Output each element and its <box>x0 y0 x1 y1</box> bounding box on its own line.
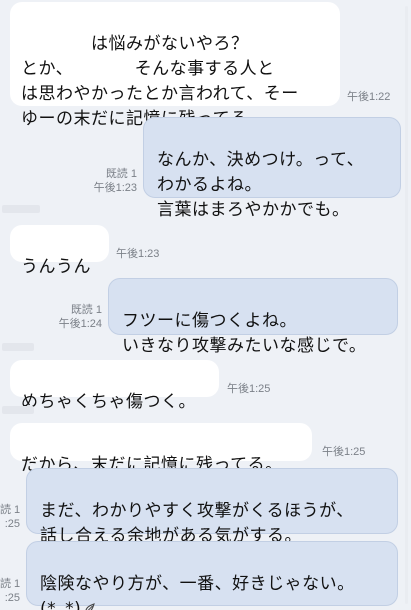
chat-view: は悩みがないやろ？ とか、 そんな事する人と は思わやかったとか言われて、そー … <box>0 0 411 610</box>
incoming-message[interactable]: は悩みがないやろ？ とか、 そんな事する人と は思わやかったとか言われて、そー … <box>10 2 340 129</box>
message-time: 午後1:22 <box>347 91 391 103</box>
message-time: 午後1:23 <box>93 182 137 194</box>
message-text: なんか、決めつけ。って、 わかるよね。 言葉はまろやかかでも。 <box>157 150 365 220</box>
divider <box>2 406 34 414</box>
message-text: は悩みがないやろ？ とか、 そんな事する人と は思わやかったとか言われて、そー … <box>21 34 299 129</box>
outgoing-message[interactable]: フツーに傷つくよね。 いきなり攻撃みたいな感じで。 <box>108 278 398 356</box>
message-text: めちゃくちゃ傷つく。 <box>21 392 196 412</box>
read-receipt: 読 1 <box>0 504 21 516</box>
divider <box>2 205 40 213</box>
droplet-icon <box>83 598 97 610</box>
message-text: フツーに傷つくよね。 いきなり攻撃みたいな感じで。 <box>122 311 367 356</box>
message-time: 午後1:24 <box>58 318 102 330</box>
incoming-message[interactable]: うんうん <box>10 225 109 277</box>
read-receipt: 既読 1 <box>70 304 102 316</box>
message-text: うんうん <box>21 257 91 277</box>
outgoing-message[interactable]: なんか、決めつけ。って、 わかるよね。 言葉はまろやかかでも。 <box>143 117 401 220</box>
read-receipt: 既読 1 <box>105 168 137 180</box>
read-receipt: 読 1 <box>0 578 21 590</box>
outgoing-message[interactable]: まだ、わかりやすく攻撃がくるほうが、 話し合える余地がある気がする。 <box>26 468 398 546</box>
message-time: :25 <box>4 592 20 604</box>
scrollbar[interactable] <box>405 6 408 604</box>
message-time: 午後1:25 <box>322 446 366 458</box>
message-text: まだ、わかりやすく攻撃がくるほうが、 話し合える余地がある気がする。 <box>40 501 354 546</box>
message-time: 午後1:25 <box>227 383 271 395</box>
message-time: :25 <box>4 518 20 530</box>
message-time: 午後1:23 <box>116 248 160 260</box>
outgoing-message[interactable]: 陰険なやり方が、一番、好きじゃない。 (*_*) <box>26 541 398 610</box>
incoming-message[interactable]: だから、末だに記憶に残ってる。 <box>10 423 312 475</box>
incoming-message[interactable]: めちゃくちゃ傷つく。 <box>10 360 219 412</box>
divider <box>2 343 34 351</box>
